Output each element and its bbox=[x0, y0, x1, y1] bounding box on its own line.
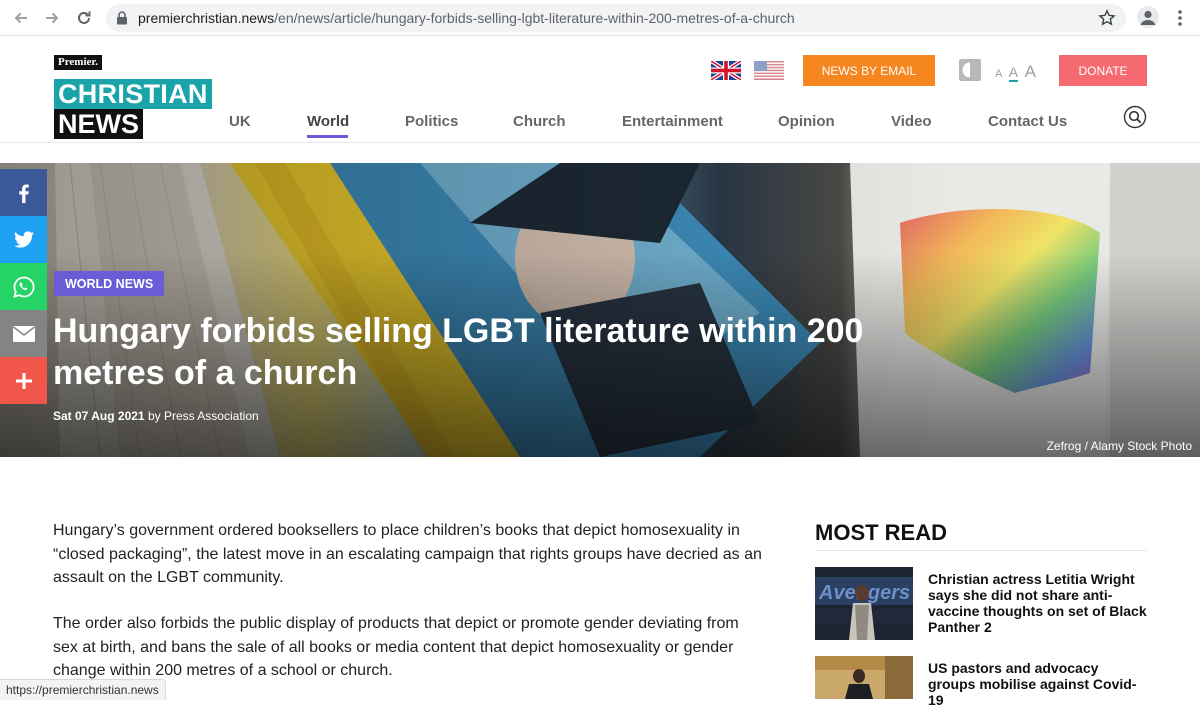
article-headline: Hungary forbids selling LGBT literature … bbox=[53, 312, 864, 392]
photo-credit: Zefrog / Alamy Stock Photo bbox=[1046, 439, 1192, 453]
most-read-item[interactable]: Avengers Christian actress Letitia Wrigh… bbox=[815, 567, 1147, 640]
logo-premier: Premier. bbox=[54, 55, 103, 70]
most-read-item[interactable]: US pastors and advocacy groups mobilise … bbox=[815, 656, 1147, 708]
most-read-divider bbox=[815, 550, 1147, 551]
header-divider bbox=[0, 142, 1200, 143]
share-email-button[interactable] bbox=[0, 310, 47, 357]
donate-button[interactable]: DONATE bbox=[1059, 55, 1147, 86]
most-read-title[interactable]: Christian actress Letitia Wright says sh… bbox=[928, 571, 1148, 635]
whatsapp-icon bbox=[12, 276, 34, 298]
logo-christian: CHRISTIAN bbox=[54, 79, 212, 109]
bookmark-star-icon[interactable] bbox=[1098, 9, 1116, 27]
font-size-large[interactable]: A bbox=[1025, 62, 1036, 82]
font-size-controls: A A A bbox=[995, 62, 1038, 82]
url-text: premierchristian.news/en/news/article/hu… bbox=[138, 10, 795, 26]
nav-item-world[interactable]: World bbox=[307, 113, 349, 130]
font-size-medium[interactable]: A bbox=[1008, 64, 1019, 82]
address-bar[interactable]: premierchristian.news/en/news/article/hu… bbox=[106, 4, 1126, 32]
article-byline: Sat 07 Aug 2021 by Press Association bbox=[53, 409, 259, 423]
forward-button[interactable] bbox=[40, 6, 64, 30]
article-paragraph: Hungary’s government ordered booksellers… bbox=[53, 522, 762, 586]
nav-item-opinion[interactable]: Opinion bbox=[778, 113, 835, 130]
search-button[interactable] bbox=[1123, 105, 1147, 129]
article-date: Sat 07 Aug 2021 bbox=[53, 409, 145, 423]
email-icon bbox=[12, 325, 35, 342]
reload-icon bbox=[78, 11, 91, 24]
search-icon bbox=[1123, 105, 1147, 129]
nav-item-uk[interactable]: UK bbox=[229, 113, 251, 130]
browser-menu-button[interactable] bbox=[1170, 7, 1190, 29]
facebook-icon bbox=[18, 184, 29, 203]
back-button[interactable] bbox=[9, 6, 33, 30]
lock-icon bbox=[117, 11, 127, 25]
most-read-thumbnail[interactable] bbox=[815, 656, 913, 699]
nav-item-contact-us[interactable]: Contact Us bbox=[988, 113, 1067, 130]
share-more-button[interactable] bbox=[0, 357, 47, 404]
contrast-toggle-icon[interactable] bbox=[958, 58, 982, 82]
article-paragraph: The order also forbids the public displa… bbox=[53, 615, 739, 679]
nav-item-entertainment[interactable]: Entertainment bbox=[622, 113, 723, 130]
nav-item-video[interactable]: Video bbox=[891, 113, 932, 130]
share-twitter-button[interactable] bbox=[0, 216, 47, 263]
most-read-title[interactable]: US pastors and advocacy groups mobilise … bbox=[928, 660, 1148, 708]
share-whatsapp-button[interactable] bbox=[0, 263, 47, 310]
uk-flag-icon[interactable] bbox=[711, 61, 741, 80]
share-facebook-button[interactable] bbox=[0, 169, 47, 216]
more-vertical-icon bbox=[1178, 10, 1182, 26]
share-sidebar bbox=[0, 169, 47, 404]
url-host: premierchristian.news bbox=[138, 10, 275, 26]
plus-icon bbox=[15, 372, 32, 389]
us-flag-icon[interactable] bbox=[754, 61, 784, 80]
person-icon bbox=[1140, 10, 1156, 25]
article-author: by Press Association bbox=[147, 409, 259, 423]
arrow-right-icon bbox=[46, 12, 59, 24]
url-path: /en/news/article/hungary-forbids-selling… bbox=[274, 10, 795, 26]
arrow-left-icon bbox=[14, 12, 27, 24]
font-size-small[interactable]: A bbox=[995, 68, 1002, 80]
hero-banner: WORLD NEWS Hungary forbids selling LGBT … bbox=[0, 163, 1200, 457]
most-read-heading: MOST READ bbox=[815, 520, 947, 545]
twitter-icon bbox=[13, 230, 34, 248]
reload-button[interactable] bbox=[72, 6, 96, 30]
nav-item-politics[interactable]: Politics bbox=[405, 113, 458, 130]
browser-status-bar: https://premierchristian.news bbox=[0, 679, 166, 700]
nav-item-church[interactable]: Church bbox=[513, 113, 566, 130]
most-read-thumbnail[interactable]: Avengers bbox=[815, 567, 913, 640]
active-nav-indicator bbox=[307, 135, 348, 138]
news-by-email-button[interactable]: NEWS BY EMAIL bbox=[803, 55, 935, 86]
profile-avatar[interactable] bbox=[1137, 6, 1159, 28]
browser-toolbar: premierchristian.news/en/news/article/hu… bbox=[0, 0, 1200, 36]
main-navigation: UK World Politics Church Entertainment O… bbox=[0, 113, 1200, 138]
category-badge[interactable]: WORLD NEWS bbox=[54, 271, 165, 296]
